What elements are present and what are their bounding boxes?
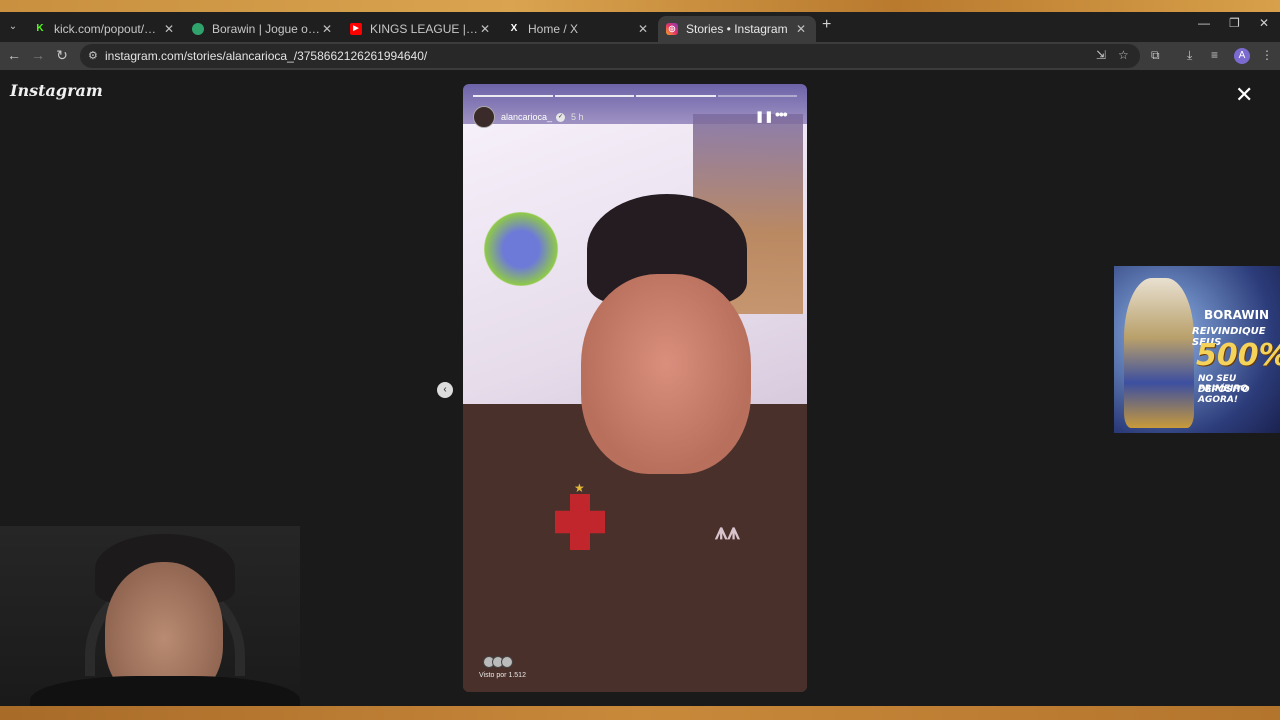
viewer-avatar	[501, 656, 513, 668]
browser-toolbar: ← → ↻ ⚙ instagram.com/stories/alancarioc…	[0, 42, 1280, 70]
seen-by-count[interactable]: Visto por 1.512	[479, 672, 526, 679]
story-header: alancarioca_ ✓ 5 h	[473, 106, 797, 128]
bookmark-star-icon[interactable]: ☆	[1118, 48, 1129, 62]
url-text[interactable]: instagram.com/stories/alancarioca_/37586…	[105, 49, 427, 63]
story-timestamp: 5 h	[571, 112, 584, 122]
more-options-icon[interactable]: •••	[775, 106, 788, 122]
viewer-avatars[interactable]	[483, 656, 513, 668]
close-tab-icon[interactable]: ✕	[320, 22, 334, 36]
story-username[interactable]: alancarioca_	[501, 112, 552, 122]
ad-brand: BORAWIN	[1204, 308, 1270, 322]
borawin-ad-banner[interactable]: BORAWIN REIVINDIQUE SEUS 500% NO SEU PRI…	[1114, 266, 1280, 433]
close-stories-icon[interactable]: ✕	[1235, 84, 1253, 106]
progress-segment	[554, 95, 634, 97]
close-tab-icon[interactable]: ✕	[162, 22, 176, 36]
tab-title: Home / X	[528, 22, 579, 36]
profile-avatar[interactable]: A	[1234, 48, 1250, 64]
close-tab-icon[interactable]: ✕	[794, 22, 808, 36]
address-bar[interactable]: ⚙ instagram.com/stories/alancarioca_/375…	[80, 44, 1140, 68]
forward-icon[interactable]: →	[29, 47, 47, 63]
desktop-background-top	[0, 0, 1280, 12]
media-control-icon[interactable]: ≡	[1211, 48, 1218, 62]
instagram-logo[interactable]: Instagram	[10, 81, 103, 100]
story-image-shirt-print	[481, 204, 561, 294]
ad-line-4: DEPÓSITO AGORA!	[1198, 385, 1250, 405]
browser-tab-bar: ⌄ K kick.com/popout/carioca/chat ✕ Boraw…	[0, 12, 1280, 42]
tab-kings-league[interactable]: ▶ KINGS LEAGUE | G3X x CAP ✕	[342, 16, 500, 42]
webcam-body	[30, 676, 300, 706]
close-window-icon[interactable]: ✕	[1259, 16, 1269, 30]
tab-title: Stories • Instagram	[686, 22, 788, 36]
youtube-icon: ▶	[350, 23, 362, 35]
story-progress-bar	[473, 95, 797, 97]
back-icon[interactable]: ←	[5, 47, 23, 63]
borawin-icon	[192, 23, 204, 35]
pause-icon[interactable]: ❚❚	[755, 110, 773, 123]
browser-menu-icon[interactable]: ⋮	[1261, 48, 1273, 62]
site-info-icon[interactable]: ⚙	[88, 49, 98, 62]
download-icon[interactable]: ⤓	[1187, 48, 1192, 63]
tab-instagram-stories[interactable]: ◎ Stories • Instagram ✕	[658, 16, 816, 42]
tab-borawin[interactable]: Borawin | Jogue os Melhores Sl ✕	[184, 16, 342, 42]
desktop-background-bottom	[0, 706, 1280, 720]
restore-icon[interactable]: ❐	[1229, 16, 1240, 30]
verified-badge-icon: ✓	[556, 112, 566, 122]
close-tab-icon[interactable]: ✕	[478, 22, 492, 36]
progress-segment	[473, 95, 553, 97]
tab-title: kick.com/popout/carioca/chat	[54, 22, 162, 36]
new-tab-button[interactable]: +	[822, 16, 831, 34]
previous-story-icon[interactable]: ‹	[437, 382, 453, 398]
tab-title: KINGS LEAGUE | G3X x CAP	[370, 22, 478, 36]
progress-segment	[636, 95, 716, 97]
ad-zeus-figure	[1124, 278, 1194, 428]
progress-segment-current	[717, 95, 797, 97]
close-tab-icon[interactable]: ✕	[636, 22, 650, 36]
story-image-star: ★	[574, 481, 585, 495]
ad-line-2: 500%	[1196, 338, 1280, 373]
minimize-icon[interactable]: —	[1198, 16, 1210, 30]
story-image-face	[581, 274, 751, 474]
x-icon: X	[510, 23, 518, 34]
tab-x-home[interactable]: X Home / X ✕	[500, 16, 658, 42]
story-viewer[interactable]: ★ ⩚⩚ alancarioca_ ✓ 5 h ❚❚ ••• Visto por…	[463, 84, 807, 692]
webcam-overlay	[0, 526, 300, 706]
extensions-icon[interactable]: ⧉	[1151, 48, 1160, 63]
tab-kick-chat[interactable]: K kick.com/popout/carioca/chat ✕	[26, 16, 184, 42]
kick-icon: K	[36, 23, 44, 34]
reload-icon[interactable]: ↻	[53, 47, 71, 64]
story-user-avatar[interactable]	[473, 106, 495, 128]
tab-search-menu-icon[interactable]: ⌄	[4, 18, 22, 36]
instagram-icon: ◎	[666, 23, 678, 35]
install-app-icon[interactable]: ⇲	[1096, 48, 1106, 62]
tab-title: Borawin | Jogue os Melhores Sl	[212, 22, 320, 36]
story-image-kappa-logo: ⩚⩚	[715, 519, 740, 544]
